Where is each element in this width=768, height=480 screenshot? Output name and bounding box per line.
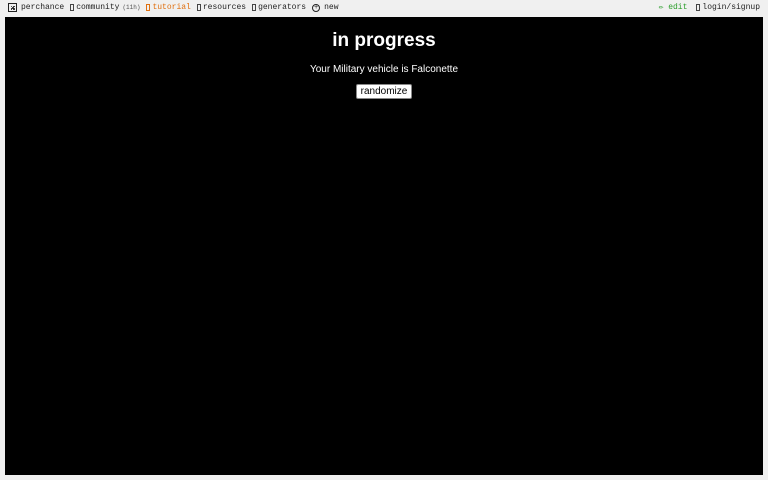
chat-icon xyxy=(70,4,75,11)
nav-resources-label: resources xyxy=(202,3,247,12)
nav-generators[interactable]: generators xyxy=(252,3,306,12)
nav-generators-label: generators xyxy=(258,3,307,12)
community-badge: (11h) xyxy=(122,4,141,11)
nav-login-label: login/signup xyxy=(702,3,760,12)
nav-resources[interactable]: resources xyxy=(196,3,247,12)
book-icon xyxy=(196,4,201,11)
pencil-icon: ✏ xyxy=(658,3,664,12)
generator-output-panel: in progress Your Military vehicle is Fal… xyxy=(5,17,763,475)
nav-perchance[interactable]: perchance xyxy=(8,3,64,12)
die-icon xyxy=(8,3,17,12)
nav-tutorial-label: tutorial xyxy=(152,3,191,12)
nav-new[interactable]: + new xyxy=(312,3,339,12)
nav-new-label: new xyxy=(324,3,339,12)
result-text: Your Military vehicle is Falconette xyxy=(309,64,459,75)
top-nav-bar: perchance community (11h) tutorial resou… xyxy=(0,0,768,16)
nav-community-label: community xyxy=(76,3,120,12)
nav-tutorial[interactable]: tutorial xyxy=(146,3,191,12)
nav-edit-label: edit xyxy=(668,3,688,12)
page-title: in progress xyxy=(332,30,436,51)
nav-left: perchance community (11h) tutorial resou… xyxy=(8,3,345,12)
plus-circle-icon: + xyxy=(312,3,321,12)
randomize-button[interactable]: randomize xyxy=(356,84,412,99)
nav-edit[interactable]: ✏ edit xyxy=(657,3,688,12)
book-icon xyxy=(146,4,151,11)
nav-community[interactable]: community (11h) xyxy=(70,3,140,12)
nav-right: ✏ edit login/signup xyxy=(648,3,760,12)
nav-login[interactable]: login/signup xyxy=(696,3,760,12)
user-icon xyxy=(696,4,701,11)
list-icon xyxy=(252,4,257,11)
nav-perchance-label: perchance xyxy=(21,3,65,12)
